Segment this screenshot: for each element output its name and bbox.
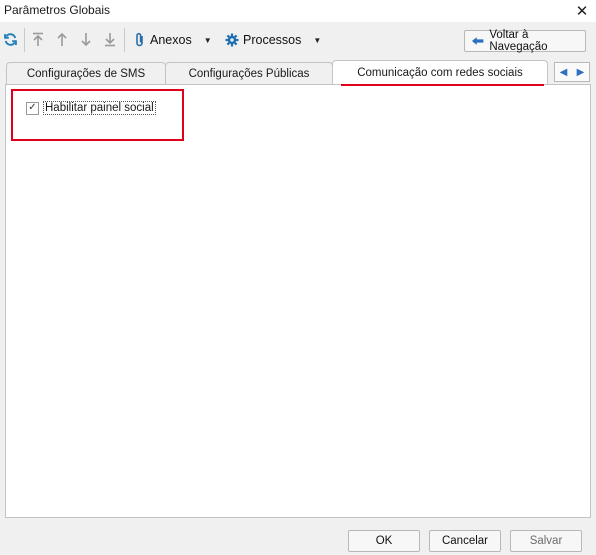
- tab-social-networks[interactable]: Comunicação com redes sociais: [332, 60, 548, 84]
- tab-label: Configurações Públicas: [188, 67, 310, 80]
- cancel-button[interactable]: Cancelar: [429, 530, 501, 552]
- refresh-button[interactable]: [2, 31, 18, 47]
- move-down-button[interactable]: [78, 31, 94, 47]
- tab-label: Configurações de SMS: [26, 67, 146, 80]
- move-first-button[interactable]: [30, 31, 46, 47]
- dialog-window: Parâmetros Globais ✕ Anexos ▼ Processos …: [0, 0, 596, 555]
- tab-label: Comunicação com redes sociais: [357, 66, 523, 79]
- save-label: Salvar: [529, 535, 563, 547]
- back-arrow-icon: [471, 37, 484, 45]
- move-last-button[interactable]: [102, 31, 118, 47]
- toolbar: Anexos ▼ Processos ▼ Voltar à Navegação: [0, 22, 596, 58]
- ok-label: OK: [375, 535, 393, 547]
- arrow-to-top-icon: [33, 32, 43, 46]
- gear-icon: [225, 33, 239, 47]
- tab-scroll-right-icon[interactable]: ▶: [577, 67, 585, 78]
- cancel-label: Cancelar: [441, 535, 489, 547]
- close-button[interactable]: ✕: [572, 1, 592, 21]
- paperclip-icon: [136, 32, 143, 47]
- move-up-button[interactable]: [54, 31, 70, 47]
- processes-label: Processos: [243, 33, 302, 47]
- processes-menu[interactable]: Processos ▼: [225, 31, 321, 49]
- close-icon: ✕: [575, 3, 589, 20]
- tab-content-panel: ✓ Habilitar painel social: [5, 84, 591, 518]
- tab-scroll-controls: ◀ ▶: [554, 62, 590, 82]
- back-to-navigation-button[interactable]: Voltar à Navegação: [464, 29, 586, 53]
- tab-scroll-left-icon[interactable]: ◀: [560, 67, 568, 78]
- save-button[interactable]: Salvar: [510, 530, 582, 552]
- dialog-footer: OK Cancelar Salvar: [0, 518, 596, 555]
- enable-social-panel-option[interactable]: ✓ Habilitar painel social: [26, 101, 156, 115]
- arrow-down-icon: [81, 32, 91, 46]
- enable-social-panel-checkbox[interactable]: ✓: [26, 101, 39, 115]
- tab-public-settings[interactable]: Configurações Públicas: [165, 62, 333, 84]
- arrow-up-icon: [57, 32, 67, 46]
- toolbar-separator: [124, 28, 125, 52]
- chevron-down-icon: ▼: [313, 35, 322, 45]
- checkmark-icon: ✓: [28, 102, 37, 113]
- enable-social-panel-label: Habilitar painel social: [43, 101, 156, 115]
- attachments-menu[interactable]: Anexos ▼: [134, 31, 212, 49]
- window-title: Parâmetros Globais: [4, 3, 111, 17]
- refresh-icon: [3, 32, 17, 46]
- chevron-down-icon: ▼: [203, 35, 212, 45]
- title-bar: Parâmetros Globais ✕: [0, 0, 596, 22]
- toolbar-separator: [24, 28, 25, 52]
- tab-sms-settings[interactable]: Configurações de SMS: [6, 62, 166, 84]
- back-to-navigation-label: Voltar à Navegação: [489, 29, 548, 53]
- attachments-label: Anexos: [150, 33, 192, 47]
- ok-button[interactable]: OK: [348, 530, 420, 552]
- tab-strip: Configurações de SMS Configurações Públi…: [0, 60, 596, 84]
- arrow-to-bottom-icon: [105, 32, 115, 46]
